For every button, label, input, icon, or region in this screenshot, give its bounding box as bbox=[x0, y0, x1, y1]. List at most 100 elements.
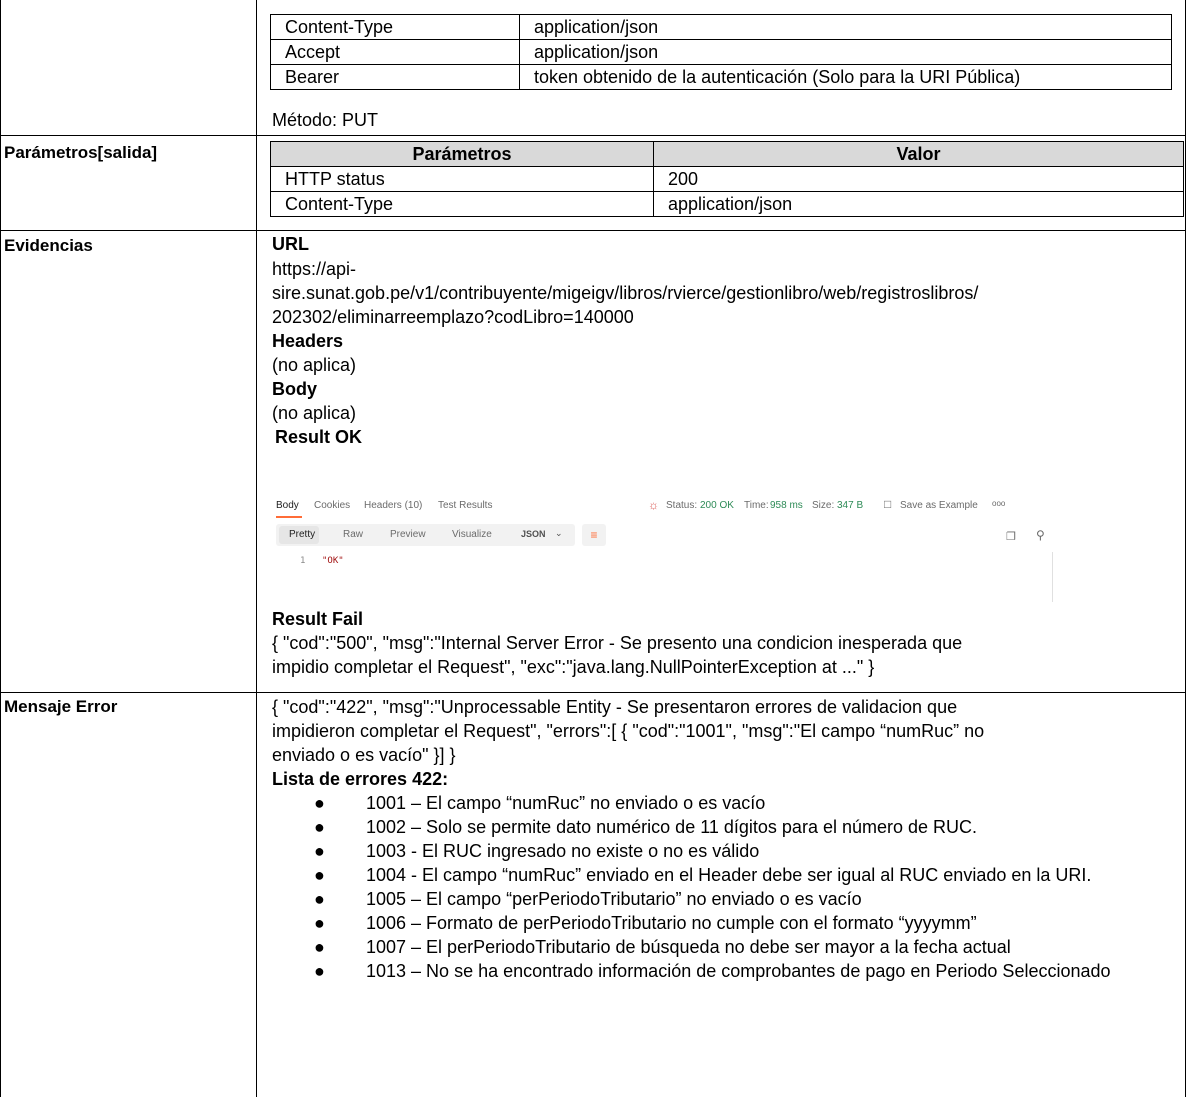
url-line: 202302/eliminarreemplazo?codLibro=140000 bbox=[272, 307, 634, 327]
params-out-label: Parámetros[salida] bbox=[4, 143, 158, 162]
result-fail-title: Result Fail bbox=[272, 609, 364, 629]
status-label: Status: bbox=[666, 500, 698, 511]
param-value: 200 bbox=[653, 166, 1184, 192]
time-value: 958 ms bbox=[770, 500, 803, 511]
format-select[interactable]: JSON ⌄ bbox=[515, 524, 575, 546]
view-pretty[interactable]: Pretty bbox=[289, 529, 315, 540]
error-list: ● 1001 – El campo “numRuc” no enviado o e… bbox=[300, 791, 1126, 983]
list-item: ● 1003 - El RUC ingresado no existe o no … bbox=[300, 839, 1126, 863]
bullet-icon: ● bbox=[314, 865, 325, 885]
bullet-icon: ● bbox=[314, 817, 325, 837]
request-headers-table: Content-Type application/json Accept app… bbox=[270, 14, 1172, 90]
time-label: Time: bbox=[744, 500, 769, 511]
view-raw[interactable]: Raw bbox=[343, 529, 363, 540]
list-item: ● 1001 – El campo “numRuc” no enviado o e… bbox=[300, 791, 1126, 815]
list-item: ● 1002 – Solo se permite dato numérico de… bbox=[300, 815, 1126, 839]
response-code: "OK" bbox=[322, 556, 344, 566]
url-line: https://api- bbox=[272, 259, 357, 279]
list-item: ● 1004 - El campo “numRuc” enviado en el … bbox=[300, 863, 1126, 887]
error-list-title: Lista de errores 422: bbox=[272, 769, 449, 789]
tab-test-results[interactable]: Test Results bbox=[438, 500, 492, 511]
header-value: application/json bbox=[519, 14, 1172, 40]
error-json-line: impidieron completar el Request", "error… bbox=[272, 721, 985, 741]
search-icon[interactable]: ⚲ bbox=[1036, 528, 1045, 542]
table-border-col1 bbox=[256, 0, 257, 1097]
scrollbar[interactable] bbox=[1052, 552, 1069, 602]
bullet-icon: ● bbox=[314, 889, 325, 909]
row-divider bbox=[0, 135, 1186, 136]
params-out-table: Parámetros Valor HTTP status 200 Content… bbox=[270, 141, 1184, 217]
view-toolbar: Pretty Raw Preview Visualize bbox=[276, 524, 521, 546]
wrap-lines-icon[interactable]: ≡ bbox=[582, 524, 606, 546]
save-icon[interactable]: □ bbox=[884, 497, 891, 511]
method-line: Método: PUT bbox=[272, 110, 379, 130]
error-item-text: 1004 - El campo “numRuc” enviado en el H… bbox=[366, 865, 1092, 885]
header-key: Accept bbox=[270, 39, 520, 65]
headers-value: (no aplica) bbox=[272, 355, 357, 375]
row-divider bbox=[0, 230, 1186, 231]
error-item-text: 1001 – El campo “numRuc” no enviado o es… bbox=[366, 793, 766, 813]
list-item: ● 1013 – No se ha encontrado información … bbox=[300, 959, 1126, 983]
table-row: Bearer token obtenido de la autenticació… bbox=[270, 64, 1172, 90]
line-number: 1 bbox=[300, 556, 306, 566]
column-header: Parámetros bbox=[270, 141, 654, 167]
save-as-example-button[interactable]: Save as Example bbox=[900, 500, 978, 511]
error-json-line: enviado o es vacío" }] } bbox=[272, 745, 456, 765]
header-key: Bearer bbox=[270, 64, 520, 90]
postman-response-screenshot: Body Cookies Headers (10) Test Results ☼… bbox=[270, 494, 1070, 604]
globe-icon[interactable]: ☼ bbox=[648, 498, 659, 512]
size-label: Size: bbox=[812, 500, 835, 511]
error-item-text: 1007 – El perPeriodoTributario de búsque… bbox=[366, 937, 1011, 957]
table-border-left bbox=[0, 0, 1, 1097]
view-visualize[interactable]: Visualize bbox=[452, 529, 492, 540]
header-value: token obtenido de la autenticación (Solo… bbox=[519, 64, 1172, 90]
chevron-down-icon: ⌄ bbox=[555, 528, 563, 538]
header-key: Content-Type bbox=[270, 14, 520, 40]
table-header-row: Parámetros Valor bbox=[270, 141, 1184, 167]
result-fail-line: { "cod":"500", "msg":"Internal Server Er… bbox=[272, 633, 963, 653]
bullet-icon: ● bbox=[314, 961, 325, 981]
mensaje-error-label: Mensaje Error bbox=[4, 697, 118, 716]
error-item-text: 1002 – Solo se permite dato numérico de … bbox=[366, 817, 978, 837]
table-row: HTTP status 200 bbox=[270, 166, 1184, 192]
headers-title: Headers bbox=[272, 331, 344, 351]
error-item-text: 1003 - El RUC ingresado no existe o no e… bbox=[366, 841, 760, 861]
table-row: Content-Type application/json bbox=[270, 14, 1172, 40]
list-item: ● 1007 – El perPeriodoTributario de búsqu… bbox=[300, 935, 1126, 959]
bullet-icon: ● bbox=[314, 793, 325, 813]
tab-cookies[interactable]: Cookies bbox=[314, 500, 350, 511]
status-value: 200 OK bbox=[700, 500, 734, 511]
column-header: Valor bbox=[653, 141, 1184, 167]
tab-body[interactable]: Body bbox=[276, 500, 299, 511]
url-title: URL bbox=[272, 234, 309, 254]
body-title: Body bbox=[272, 379, 317, 399]
body-value: (no aplica) bbox=[272, 403, 357, 423]
error-item-text: 1013 – No se ha encontrado información d… bbox=[366, 961, 1111, 981]
param-key: Content-Type bbox=[270, 191, 654, 217]
row-divider bbox=[0, 692, 1186, 693]
document-page: Content-Type application/json Accept app… bbox=[0, 0, 1186, 1097]
list-item: ● 1005 – El campo “perPeriodoTributario” … bbox=[300, 887, 1126, 911]
size-value: 347 B bbox=[837, 500, 864, 511]
copy-icon[interactable]: ❐ bbox=[1006, 530, 1016, 543]
header-value: application/json bbox=[519, 39, 1172, 65]
bullet-icon: ● bbox=[314, 937, 325, 957]
list-item: ● 1006 – Formato de perPeriodoTributario … bbox=[300, 911, 1126, 935]
tab-headers[interactable]: Headers (10) bbox=[364, 500, 422, 511]
evidencias-label: Evidencias bbox=[4, 236, 93, 255]
table-row: Content-Type application/json bbox=[270, 191, 1184, 217]
table-row: Accept application/json bbox=[270, 39, 1172, 65]
more-options-icon[interactable]: ooo bbox=[992, 499, 1005, 508]
url-line: sire.sunat.gob.pe/v1/contribuyente/migei… bbox=[272, 283, 979, 303]
result-ok-title: Result OK bbox=[275, 427, 363, 447]
active-tab-underline bbox=[276, 516, 302, 518]
view-preview[interactable]: Preview bbox=[390, 529, 426, 540]
bullet-icon: ● bbox=[314, 841, 325, 861]
bullet-icon: ● bbox=[314, 913, 325, 933]
error-item-text: 1006 – Formato de perPeriodoTributario n… bbox=[366, 913, 977, 933]
error-json-line: { "cod":"422", "msg":"Unprocessable Enti… bbox=[272, 697, 958, 717]
error-item-text: 1005 – El campo “perPeriodoTributario” n… bbox=[366, 889, 862, 909]
param-key: HTTP status bbox=[270, 166, 654, 192]
param-value: application/json bbox=[653, 191, 1184, 217]
format-value: JSON bbox=[521, 529, 546, 539]
